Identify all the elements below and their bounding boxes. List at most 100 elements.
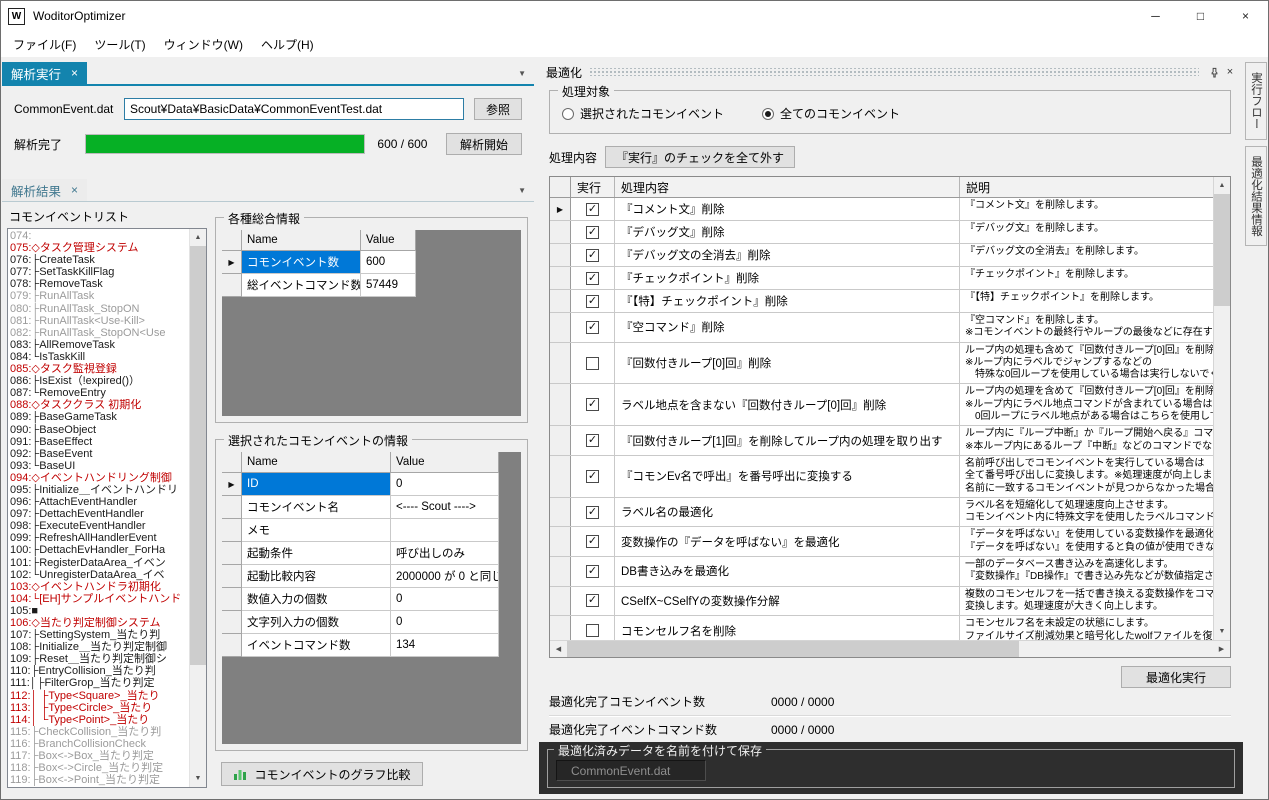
list-item[interactable]: 116:├BranchCollisionCheck xyxy=(10,738,189,750)
scrollbar-thumb[interactable] xyxy=(1214,194,1230,306)
list-item[interactable]: 096:├AttachEventHandler xyxy=(10,496,189,508)
scrollbar-thumb[interactable] xyxy=(567,641,1020,657)
side-tab[interactable]: 最適化結果情報 xyxy=(1245,145,1267,246)
option-row-selector[interactable] xyxy=(550,527,571,557)
option-row-selector[interactable] xyxy=(550,586,571,616)
grid-cell[interactable]: 数値入力の個数 xyxy=(242,588,391,611)
list-item[interactable]: 111:│├FilterGrop_当たり判定 xyxy=(10,677,189,689)
list-item[interactable]: 084:└IsTaskKill xyxy=(10,351,189,363)
option-row-selector[interactable] xyxy=(550,221,571,243)
menu-item[interactable]: ヘルプ(H) xyxy=(252,31,323,58)
list-item[interactable]: 095:├Initialize＿イベントハンドリ xyxy=(10,484,189,496)
option-check-cell[interactable]: ✓ xyxy=(571,426,615,455)
option-check-cell[interactable]: ✓ xyxy=(571,527,615,557)
list-item[interactable]: 105:■ xyxy=(10,605,189,617)
grid-row-selector[interactable] xyxy=(222,611,242,634)
start-analysis-button[interactable]: 解析開始 xyxy=(446,133,522,155)
list-item[interactable]: 101:├RegisterDataArea_イベン xyxy=(10,557,189,569)
option-row-selector[interactable]: ▶ xyxy=(550,198,571,220)
side-tab[interactable]: 実行フロー xyxy=(1245,62,1267,140)
grid-row-selector[interactable] xyxy=(222,519,242,542)
grid-cell[interactable] xyxy=(391,519,499,542)
grid-cell[interactable]: 0 xyxy=(391,473,499,496)
list-item[interactable]: 117:├Box<->Box_当たり判定 xyxy=(10,750,189,762)
list-scrollbar[interactable]: ▲ ▼ xyxy=(189,229,206,787)
list-item[interactable]: 103:◇イベントハンドラ初期化 xyxy=(10,581,189,593)
list-item[interactable]: 099:├RefreshAllHandlerEvent xyxy=(10,532,189,544)
list-item[interactable]: 109:├Reset＿当たり判定制御シ xyxy=(10,653,189,665)
option-check-cell[interactable]: ✓ xyxy=(571,586,615,616)
list-item[interactable]: 079:├RunAllTask xyxy=(10,290,189,302)
list-item[interactable]: 092:├BaseEvent xyxy=(10,448,189,460)
option-check-cell[interactable]: ✓ xyxy=(571,198,615,220)
option-row-selector[interactable] xyxy=(550,313,571,342)
option-row-selector[interactable] xyxy=(550,342,571,384)
grid-cell[interactable]: 起動比較内容 xyxy=(242,565,391,588)
save-filename-field[interactable]: CommonEvent.dat xyxy=(556,760,706,781)
list-item[interactable]: 080:├RunAllTask_StopON xyxy=(10,303,189,315)
list-item[interactable]: 085:◇タスク監視登録 xyxy=(10,363,189,375)
grid-row-selector[interactable]: ▶ xyxy=(222,473,242,496)
menu-item[interactable]: ツール(T) xyxy=(85,31,154,58)
scrollbar-track[interactable] xyxy=(1214,194,1230,623)
optimize-caption[interactable]: 最適化 × xyxy=(539,62,1243,82)
option-row-selector[interactable] xyxy=(550,616,571,640)
list-item[interactable]: 087:└RemoveEntry xyxy=(10,387,189,399)
tab-close-icon[interactable]: × xyxy=(71,66,78,80)
option-row-selector[interactable] xyxy=(550,557,571,586)
list-item[interactable]: 097:├DettachEventHandler xyxy=(10,508,189,520)
grid-row-selector[interactable] xyxy=(222,274,242,297)
scroll-down-icon[interactable]: ▼ xyxy=(1214,623,1230,640)
scroll-down-icon[interactable]: ▼ xyxy=(190,770,206,787)
grid-cell[interactable]: 起動条件 xyxy=(242,542,391,565)
list-item[interactable]: 076:├CreateTask xyxy=(10,254,189,266)
list-item[interactable]: 082:├RunAllTask_StopON<Use xyxy=(10,327,189,339)
scroll-right-icon[interactable]: ▶ xyxy=(1213,641,1230,657)
option-check-cell[interactable]: ✓ xyxy=(571,244,615,266)
scrollbar-thumb[interactable] xyxy=(190,246,206,666)
scroll-up-icon[interactable]: ▲ xyxy=(1214,177,1230,194)
option-row-selector[interactable] xyxy=(550,426,571,455)
option-row-selector[interactable] xyxy=(550,244,571,266)
list-item[interactable]: 108:├Initialize＿当たり判定制御 xyxy=(10,641,189,653)
run-optimize-button[interactable]: 最適化実行 xyxy=(1121,666,1231,688)
common-event-listbox[interactable]: 074: 075:◇タスク管理システム 076:├CreateTask 077:├Se… xyxy=(7,228,207,788)
minimize-button[interactable]: ─ xyxy=(1133,1,1178,31)
list-item[interactable]: 100:├DettachEvHandler_ForHa xyxy=(10,544,189,556)
grid-row-selector[interactable] xyxy=(222,496,242,519)
close-icon[interactable]: × xyxy=(1222,64,1238,80)
grid-cell[interactable]: 57449 xyxy=(361,274,416,297)
list-item[interactable]: 115:├CheckCollision_当たり判 xyxy=(10,726,189,738)
list-item[interactable]: 089:├BaseGameTask xyxy=(10,411,189,423)
scrollbar-track[interactable] xyxy=(567,641,1213,657)
menu-item[interactable]: ファイル(F) xyxy=(4,31,85,58)
option-check-cell[interactable]: ✓ xyxy=(571,497,615,527)
option-check-cell[interactable]: ✓ xyxy=(571,313,615,342)
list-item[interactable]: 093:└BaseUI xyxy=(10,460,189,472)
grid-cell[interactable]: 呼び出しのみ xyxy=(391,542,499,565)
grid-cell[interactable]: 0 xyxy=(391,611,499,634)
pin-icon[interactable] xyxy=(1206,64,1222,80)
option-row-selector[interactable] xyxy=(550,497,571,527)
scrollbar-track[interactable] xyxy=(190,246,206,770)
grid-row-selector[interactable] xyxy=(222,542,242,565)
list-item[interactable]: 110:├EntryCollision_当たり判 xyxy=(10,665,189,677)
grid-row-selector[interactable]: ▶ xyxy=(222,251,242,274)
file-path-input[interactable] xyxy=(124,98,464,120)
grid-cell[interactable]: ID xyxy=(242,473,391,496)
list-item[interactable]: 098:├ExecuteEventHandler xyxy=(10,520,189,532)
list-item[interactable]: 091:├BaseEffect xyxy=(10,436,189,448)
list-item[interactable]: 114:│ └Type<Point>_当たり xyxy=(10,714,189,726)
option-check-cell[interactable] xyxy=(571,616,615,640)
option-row-selector[interactable] xyxy=(550,455,571,497)
list-item[interactable]: 083:├AllRemoveTask xyxy=(10,339,189,351)
option-row-selector[interactable] xyxy=(550,290,571,312)
uncheck-all-button[interactable]: 『実行』のチェックを全て外す xyxy=(605,146,796,168)
grid-cell[interactable]: 総イベントコマンド数 xyxy=(242,274,361,297)
grid-row-selector[interactable] xyxy=(222,588,242,611)
grid-row-selector[interactable] xyxy=(222,634,242,657)
options-horizontal-scrollbar[interactable]: ◀ ▶ xyxy=(550,640,1230,657)
list-item[interactable]: 081:├RunAllTask<Use-Kill> xyxy=(10,315,189,327)
graph-compare-button[interactable]: コモンイベントのグラフ比較 xyxy=(221,762,423,786)
option-check-cell[interactable]: ✓ xyxy=(571,557,615,586)
